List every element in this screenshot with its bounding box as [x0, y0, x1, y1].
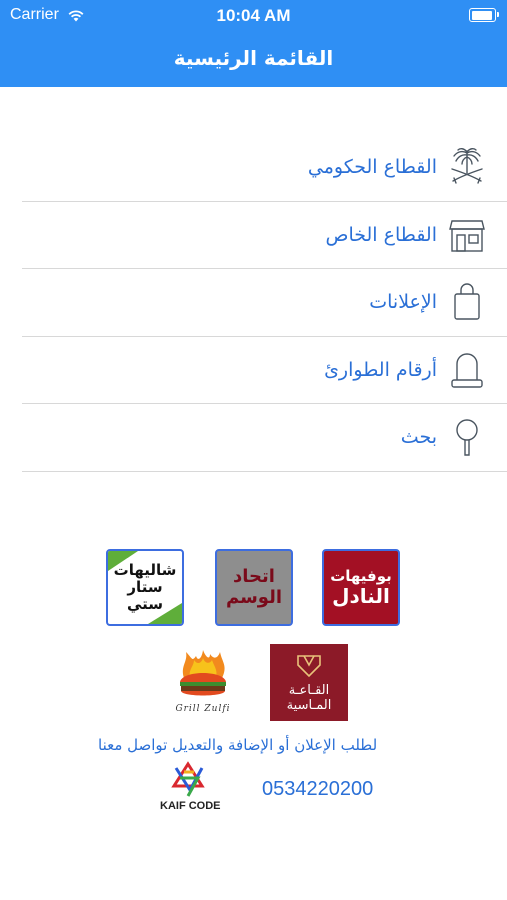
shop-icon [447, 215, 487, 255]
contact-phone[interactable]: 0534220200 [262, 778, 373, 801]
status-bar: Carrier 10:04 AM [0, 0, 507, 32]
burger-flame-icon [180, 650, 226, 696]
contact-text: لطلب الإعلان أو الإضافة والتعديل تواصل م… [98, 736, 378, 754]
search-icon [447, 417, 487, 457]
logo-text-line2: النادل [332, 583, 390, 608]
sponsor-logo-starcity[interactable]: شاليهات ستار ستي [106, 549, 184, 626]
shopping-bag-icon [447, 282, 487, 322]
logo-text-line2: الوسم [225, 586, 283, 608]
logo-text-line2: ستار ستي [126, 577, 164, 614]
logo-text-line2: المـاسية [286, 697, 332, 713]
clock: 10:04 AM [216, 6, 291, 25]
menu-item-label: الإعلانات [369, 291, 437, 314]
logo-text: Grill Zulfi [175, 704, 231, 714]
menu-item-label: بحث [400, 426, 437, 449]
sponsor-logo-alwasm[interactable]: اتحاد الوسم [215, 549, 293, 626]
logo-text-line1: بوفيهات [330, 567, 392, 586]
menu-item-ads[interactable]: الإعلانات [22, 269, 507, 337]
menu-item-label: القطاع الحكومي [307, 156, 437, 179]
diamond-icon [297, 654, 321, 677]
menu-item-label: أرقام الطوارئ [324, 358, 437, 381]
siren-icon [447, 350, 487, 390]
sponsor-logo-grill-zulfi[interactable]: Grill Zulfi [167, 644, 239, 718]
menu-item-government[interactable]: القطاع الحكومي [22, 134, 507, 202]
palm-swords-icon [447, 147, 487, 187]
page-title: القائمة الرئيسية [173, 46, 334, 70]
menu-item-label: القطاع الخاص [325, 223, 437, 246]
kaif-code-label: KAIF CODE [160, 800, 221, 812]
top-bar: Carrier 10:04 AM القائمة الرئيسية [0, 0, 507, 87]
battery-icon [469, 8, 499, 22]
menu-item-emergency[interactable]: أرقام الطوارئ [22, 337, 507, 404]
kaif-code-icon [171, 761, 205, 797]
main-menu: القطاع الحكومي القطاع الخاص الإعلانات أر… [22, 134, 507, 472]
menu-item-private[interactable]: القطاع الخاص [22, 202, 507, 269]
logo-text-line1: شاليهات [113, 560, 177, 579]
sponsor-logo-alnadel[interactable]: بوفيهات النادل [322, 549, 400, 626]
menu-item-search[interactable]: بحث [22, 404, 507, 472]
logo-text-line1: القـاعـة [288, 682, 330, 698]
logo-text-line1: اتحاد [233, 565, 275, 587]
sponsor-logo-diamond-hall[interactable]: القـاعـة المـاسية [270, 644, 348, 721]
